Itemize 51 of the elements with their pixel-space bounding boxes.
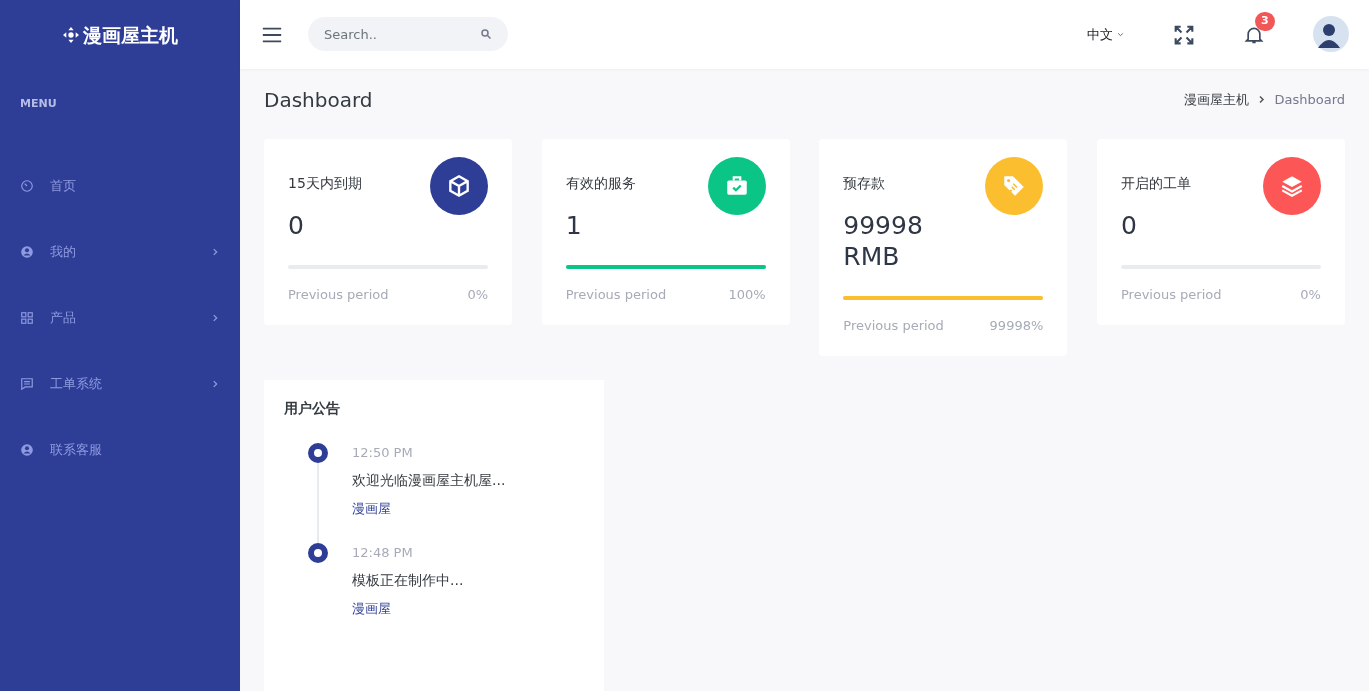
bell-icon [1244, 25, 1264, 45]
period-label: Previous period [565, 286, 667, 305]
logo-icon [62, 27, 79, 43]
stat-title: 15天内到期 [288, 174, 363, 193]
grid-icon [20, 310, 34, 325]
stat-value: 0 [288, 210, 305, 242]
card-title: 用户公告 [284, 399, 341, 418]
gauge-icon [20, 178, 34, 193]
search-field[interactable]: Search.. [308, 17, 508, 52]
stat-value: 99998 RMB [843, 210, 924, 273]
brand-title: 漫画屋主机 [82, 22, 178, 48]
timeline-time: 12:50 PM [352, 444, 414, 462]
sidebar-item[interactable]: 联系客服 [0, 416, 240, 483]
notification-badge: 3 [1255, 12, 1275, 31]
sidebar-item[interactable]: 产品 [0, 284, 240, 351]
user-icon [20, 244, 34, 259]
period-label: Previous period [843, 317, 944, 336]
period-percent: 99998% [989, 317, 1044, 336]
expand-icon [1174, 25, 1194, 45]
sidebar-item[interactable]: 我的 [0, 218, 240, 285]
stat-title: 开启的工单 [1120, 174, 1192, 193]
breadcrumb-link[interactable]: 漫画屋主机 [1184, 90, 1250, 110]
chevron-icon [1257, 95, 1267, 105]
sidebar-item[interactable]: 工单系统 [0, 350, 240, 417]
sidebar-item[interactable]: 首页 [0, 152, 240, 219]
author-link[interactable]: 漫画屋 [352, 599, 391, 619]
language-dropdown[interactable]: 中文 [1086, 23, 1125, 46]
period-percent: 0% [467, 286, 488, 305]
menu-heading: MENU [19, 96, 58, 112]
period-label: Previous period [1120, 286, 1222, 305]
stat-title: 预存款 [843, 174, 887, 193]
chat-icon [20, 376, 34, 391]
breadcrumb-current: Dashboard [1274, 91, 1345, 110]
cube-icon [446, 173, 472, 199]
user-icon [20, 442, 34, 457]
avatar[interactable] [1313, 16, 1349, 53]
page-title: Dashboard [264, 87, 373, 114]
stat-value: 0 [1120, 210, 1138, 242]
search-icon [480, 28, 492, 41]
timeline-time: 12:48 PM [352, 544, 414, 562]
period-percent: 100% [728, 286, 766, 305]
stat-title: 有效的服务 [565, 174, 637, 193]
period-percent: 0% [1300, 286, 1321, 305]
announcement-text: 欢迎光临漫画屋主机屋... [352, 471, 506, 491]
period-label: Previous period [288, 286, 389, 305]
timeline-dot [308, 543, 328, 563]
stat-value: 1 [565, 210, 583, 242]
caret-icon [1117, 31, 1124, 38]
timeline-dot [308, 443, 328, 463]
author-link[interactable]: 漫画屋 [352, 499, 391, 519]
announcement-text: 模板正在制作中... [352, 571, 464, 591]
